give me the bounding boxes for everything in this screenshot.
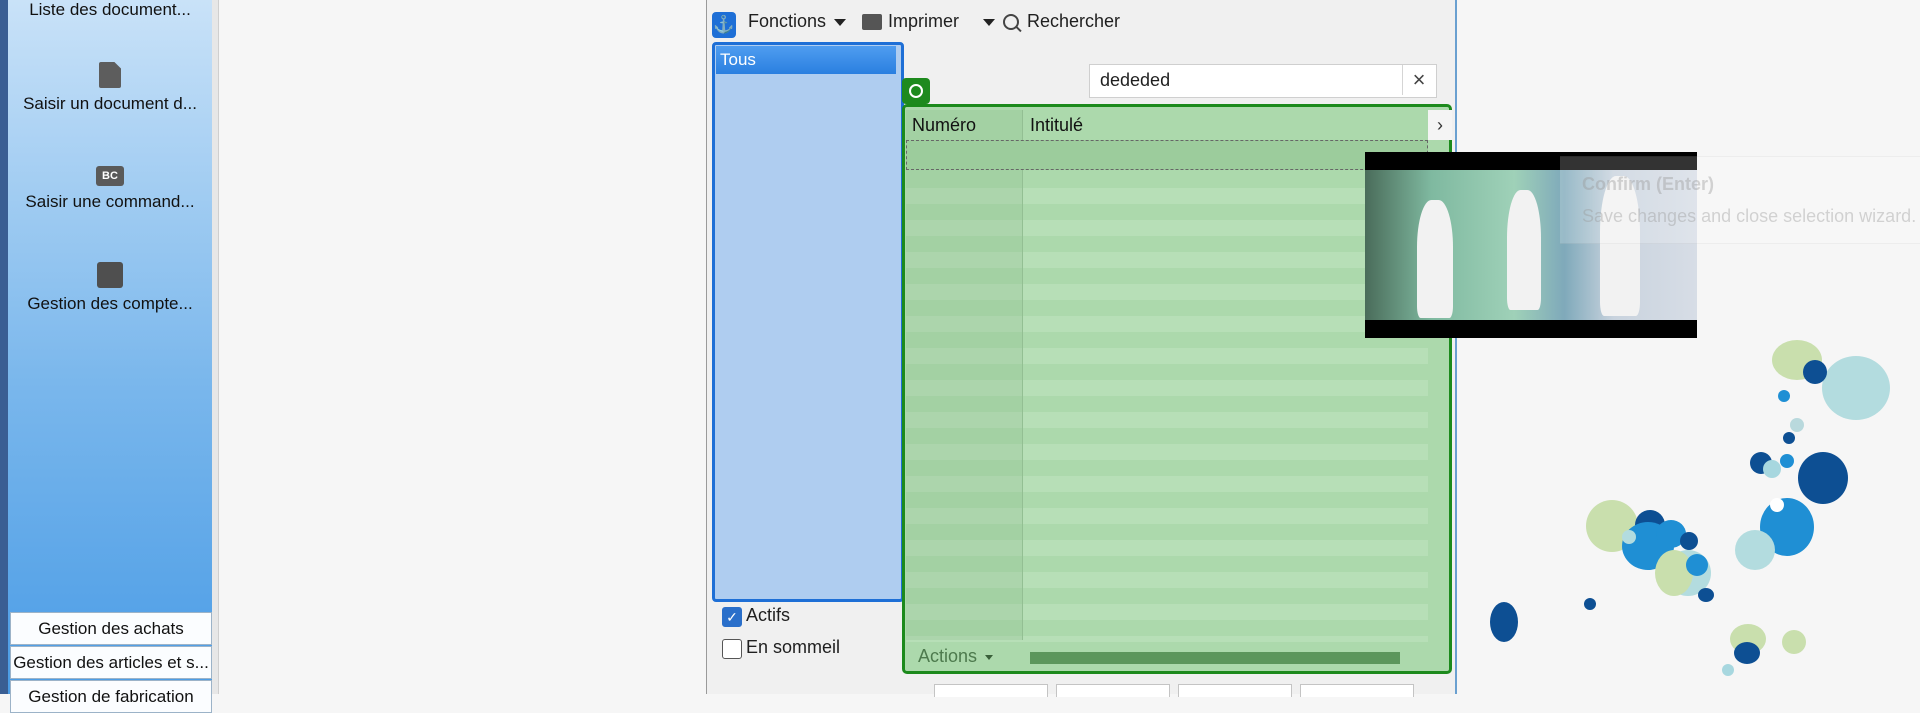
sidebar-item-enter-order[interactable]: BC Saisir une command... [8, 166, 212, 212]
search-input-value: dededed [1100, 70, 1171, 90]
active-checkbox[interactable]: ✓ [722, 607, 742, 627]
panel-splitter[interactable] [212, 0, 219, 694]
actions-label: Actions [918, 646, 978, 666]
window-edge [0, 0, 8, 694]
chevron-down-icon [985, 654, 994, 660]
bubble [1822, 356, 1890, 420]
bubble [1655, 550, 1693, 596]
first-column-shade [906, 110, 1022, 640]
order-icon: BC [96, 166, 124, 186]
dialog-button-1[interactable] [934, 684, 1048, 697]
functions-label: Fonctions [748, 11, 827, 31]
functions-menu[interactable]: Fonctions [748, 6, 847, 36]
bubble [1680, 532, 1698, 550]
sidebar-item-enter-document[interactable]: Saisir un document d... [8, 62, 212, 114]
tooltip-title: Confirm (Enter) [1582, 174, 1714, 194]
bubble [1778, 390, 1790, 402]
dialog-button-4[interactable] [1300, 684, 1414, 697]
dormant-checkbox[interactable] [722, 639, 742, 659]
filter-item-all[interactable]: Tous [716, 46, 896, 74]
bubble [1490, 602, 1518, 642]
active-label: Actifs [746, 605, 791, 625]
sidebar-item-label: Gestion des compte... [27, 294, 193, 313]
filter-list[interactable] [712, 42, 904, 602]
bubble [1735, 530, 1775, 570]
module-articles[interactable]: Gestion des articles et s... [10, 646, 212, 679]
bubble [1770, 498, 1784, 512]
chevron-right-icon[interactable]: › [1428, 110, 1452, 140]
search-button[interactable]: Rechercher [1003, 6, 1120, 36]
chevron-down-icon [834, 18, 847, 26]
bubble [1584, 598, 1596, 610]
cabinet-icon [97, 262, 123, 288]
bubble [1698, 588, 1714, 602]
clear-search-button[interactable]: × [1402, 65, 1435, 95]
column-header-number[interactable]: Numéro [912, 110, 976, 140]
actions-menu[interactable]: Actions [918, 646, 994, 667]
module-purchases[interactable]: Gestion des achats [10, 612, 212, 645]
sidebar-item-label: Saisir un document d... [23, 94, 197, 113]
bubble [1622, 530, 1636, 544]
bubble [1798, 452, 1848, 504]
dialog-button-2[interactable] [1056, 684, 1170, 697]
anchor-icon[interactable]: ⚓ [712, 12, 736, 38]
print-button[interactable]: Imprimer [862, 6, 959, 36]
bubble [1790, 418, 1804, 432]
column-divider [1022, 110, 1023, 640]
bubble [1803, 360, 1827, 384]
background-decoration [1460, 330, 1920, 694]
tooltip-body: Save changes and close selection wizard. [1582, 206, 1917, 226]
bubble [1783, 432, 1795, 444]
table-row[interactable] [906, 140, 1428, 170]
chevron-down-icon [983, 18, 995, 26]
print-label: Imprimer [888, 11, 959, 31]
target-icon[interactable] [902, 78, 930, 104]
sidebar: Liste des document... Saisir un document… [8, 0, 213, 713]
sidebar-item-label: Liste des document... [29, 0, 191, 19]
bubble [1686, 554, 1708, 576]
bubble [1763, 460, 1781, 478]
new-document-icon [99, 62, 121, 88]
sidebar-item-accounts[interactable]: Gestion des compte... [8, 262, 212, 314]
sidebar-item-label: Saisir une command... [25, 192, 195, 211]
horizontal-scrollbar[interactable] [1030, 652, 1400, 664]
printer-icon [862, 14, 882, 31]
dialog-button-3[interactable] [1178, 684, 1292, 697]
video-figure [1507, 190, 1541, 310]
search-icon [1003, 14, 1019, 31]
bubble [1734, 642, 1760, 664]
dormant-label: En sommeil [746, 637, 841, 657]
bubble [1782, 630, 1806, 654]
sidebar-item-document-list[interactable]: Liste des document... [8, 0, 212, 20]
video-figure [1417, 200, 1453, 318]
confirm-tooltip [1560, 156, 1920, 244]
bubble [1780, 454, 1794, 468]
column-header-title[interactable]: Intitulé [1030, 110, 1083, 140]
module-manufacturing[interactable]: Gestion de fabrication [10, 680, 212, 713]
bubble [1722, 664, 1734, 676]
print-options-dropdown[interactable] [975, 6, 995, 36]
search-label: Rechercher [1027, 11, 1121, 31]
